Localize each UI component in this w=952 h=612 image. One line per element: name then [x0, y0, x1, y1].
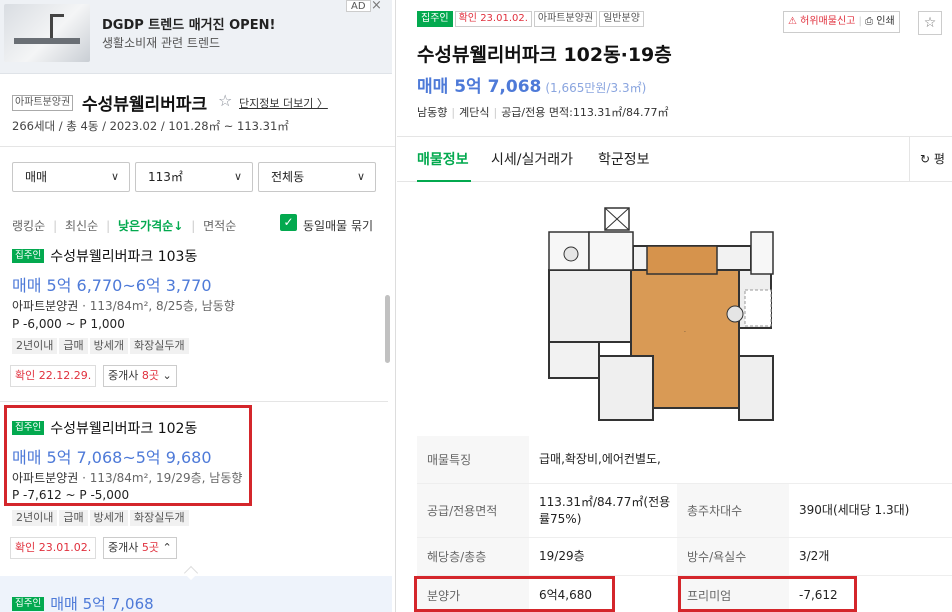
complex-name[interactable]: 수성뷰웰리버파크	[82, 90, 207, 115]
type-tag: 아파트분양권	[533, 11, 598, 27]
tab-more[interactable]: ↻ 평	[909, 137, 952, 181]
complex-type-tag: 아파트분양권	[12, 95, 74, 111]
table-label: 매물특징	[417, 436, 529, 483]
listing-meta: 아파트분양권 · 113/84m², 8/25층, 남동향	[12, 299, 235, 313]
owner-badge: 집주인	[12, 249, 45, 263]
trade-type-select[interactable]: 매매 ∨	[12, 162, 130, 192]
table-label: 프리미엄	[677, 576, 789, 612]
tab-listing-info[interactable]: 매물정보	[417, 149, 469, 169]
sale-type-tag: 일반분양	[599, 11, 644, 27]
detail-tags: 집주인 확인 23.01.02. 아파트분양권 일반분양	[417, 11, 646, 27]
table-value: 3/2개	[799, 549, 830, 563]
complex-more-link[interactable]: 단지정보 더보기 〉	[239, 95, 328, 111]
chevron-down-icon: ∨	[356, 170, 365, 183]
confirm-date: 확인 23.01.02.	[10, 537, 97, 559]
table-label: 분양가	[417, 576, 529, 612]
detail-price: 매매 5억 7,068 (1,665만원/3.3㎡)	[417, 77, 647, 97]
trade-type-value: 매매	[25, 170, 48, 184]
listing-price: 매매 5억 7,068~5억 9,680	[12, 448, 212, 467]
table-value: 113.31㎡/84.77㎡(전용률75%)	[539, 494, 671, 526]
table-row: 매물특징 급매,확장비,에어컨별도,	[417, 436, 952, 484]
sort-ranking[interactable]: 랭킹순	[12, 219, 45, 233]
ad-subtitle: 생활소비재 관련 트렌드	[102, 36, 221, 50]
listing-name[interactable]: 수성뷰웰리버파크 102동	[50, 421, 197, 437]
table-label: 해당층/총층	[417, 538, 529, 575]
sort-options: 랭킹순 | 최신순 | 낮은가격순↓ | 면적순	[12, 219, 237, 233]
listing-premium: P -7,612 ~ P -5,000	[12, 488, 130, 502]
sort-latest[interactable]: 최신순	[65, 219, 98, 233]
table-row: 공급/전용면적 113.31㎡/84.77㎡(전용률75%) 총주차대수 390…	[417, 484, 952, 538]
ad-thumbnail	[4, 4, 90, 62]
listing-premium: P -6,000 ~ P 1,000	[12, 317, 125, 331]
table-label: 총주차대수	[677, 484, 789, 537]
chevron-down-icon: ∨	[110, 170, 119, 183]
listing-price: 매매 5억 7,068	[50, 595, 154, 612]
table-label: 방수/욕실수	[677, 538, 789, 575]
complex-info: 266세대 / 총 4동 / 2023.02 / 101.28㎡ ~ 113.3…	[12, 119, 289, 133]
listing-tags: 2년이내 급매 방세개 화장실두개	[12, 338, 191, 354]
owner-badge: 집주인	[12, 421, 45, 435]
agent-count-button[interactable]: 중개사 8곳 ⌄	[103, 365, 177, 387]
group-same-checkbox[interactable]: ✓	[280, 214, 297, 231]
dong-value: 전체동	[271, 170, 305, 184]
ad-banner[interactable]: DGDP 트렌드 매거진 OPEN! 생활소비재 관련 트렌드 AD ×	[0, 0, 392, 74]
listing-price: 매매 5억 6,770~6억 3,770	[12, 276, 212, 295]
confirm-date: 확인 23.01.02.	[454, 11, 532, 27]
dong-select[interactable]: 전체동 ∨	[258, 162, 376, 192]
table-row: 해당층/총층 19/29층 방수/욕실수 3/2개	[417, 538, 952, 576]
complex-header: 아파트분양권 수성뷰웰리버파크 ☆ 단지정보 더보기 〉 266세대 / 총 4…	[0, 75, 395, 147]
svg-text:·: ·	[684, 329, 686, 336]
tab-price-history[interactable]: 시세/실거래가	[491, 149, 573, 169]
ad-label: AD	[346, 0, 371, 12]
listing-panel: DGDP 트렌드 매거진 OPEN! 생활소비재 관련 트렌드 AD × 아파트…	[0, 0, 396, 612]
listing-tags: 2년이내 급매 방세개 화장실두개	[12, 510, 191, 526]
close-icon[interactable]: ×	[371, 0, 382, 13]
group-same-label[interactable]: 동일매물 묶기	[303, 217, 373, 234]
owner-badge: 집주인	[12, 596, 45, 611]
print-icon: ⎙	[865, 16, 874, 27]
listing-name[interactable]: 수성뷰웰리버파크 103동	[50, 249, 197, 265]
area-value: 113㎡	[148, 170, 183, 184]
chevron-down-icon: ⌄	[162, 369, 172, 382]
sort-area[interactable]: 면적순	[203, 219, 236, 233]
star-icon[interactable]: ☆	[218, 91, 232, 110]
table-value: -7,612	[799, 588, 838, 602]
scrollbar[interactable]	[385, 295, 390, 363]
report-button[interactable]: 허위매물신고	[800, 16, 855, 27]
tab-school[interactable]: 학군정보	[598, 149, 650, 169]
print-button[interactable]: 인쇄	[876, 16, 894, 27]
chevron-up-icon: ⌃	[162, 541, 172, 554]
table-value: 390대(세대당 1.3대)	[799, 503, 910, 517]
siren-icon: ⚠	[788, 16, 797, 27]
list-item[interactable]: 집주인 수성뷰웰리버파크 103동 매매 5억 6,770~6억 3,770 아파…	[0, 240, 388, 400]
table-value: 6억4,680	[539, 588, 593, 602]
table-row: 분양가 6억4,680 프리미엄 -7,612	[417, 576, 952, 612]
area-select[interactable]: 113㎡ ∨	[135, 162, 253, 192]
table-value: 급매,확장비,에어컨별도,	[539, 452, 661, 466]
table-label: 공급/전용면적	[417, 484, 529, 537]
detail-tabs: 매물정보 시세/실거래가 학군정보 ↻ 평	[397, 136, 952, 182]
detail-title: 수성뷰웰리버파크 102동·19층	[417, 44, 672, 66]
detail-panel: 집주인 확인 23.01.02. 아파트분양권 일반분양 ⚠ 허위매물신고 | ⎙ 인…	[397, 0, 952, 612]
star-icon[interactable]: ☆	[918, 11, 942, 35]
active-tab-indicator	[417, 180, 471, 182]
table-value: 19/29층	[539, 549, 585, 563]
owner-badge: 집주인	[417, 11, 453, 27]
detail-spec: 남동향 | 계단식 | 공급/전용 면적:113.31㎡/84.77㎡	[417, 106, 669, 119]
ad-title[interactable]: DGDP 트렌드 매거진 OPEN!	[102, 14, 275, 33]
sort-low-price[interactable]: 낮은가격순↓	[118, 219, 183, 233]
list-item[interactable]: 집주인 수성뷰웰리버파크 102동 매매 5억 7,068~5억 9,680 아파…	[0, 410, 388, 570]
list-item[interactable]: 집주인 매매 5억 7,068	[0, 576, 392, 612]
listing-meta: 아파트분양권 · 113/84m², 19/29층, 남동향	[12, 471, 243, 485]
report-print-group: ⚠ 허위매물신고 | ⎙ 인쇄	[783, 11, 900, 33]
confirm-date: 확인 22.12.29.	[10, 365, 97, 387]
agent-count-button[interactable]: 중개사 5곳 ⌃	[103, 537, 177, 559]
floor-plan-image[interactable]: ·	[545, 206, 775, 422]
chevron-down-icon: ∨	[233, 170, 242, 183]
